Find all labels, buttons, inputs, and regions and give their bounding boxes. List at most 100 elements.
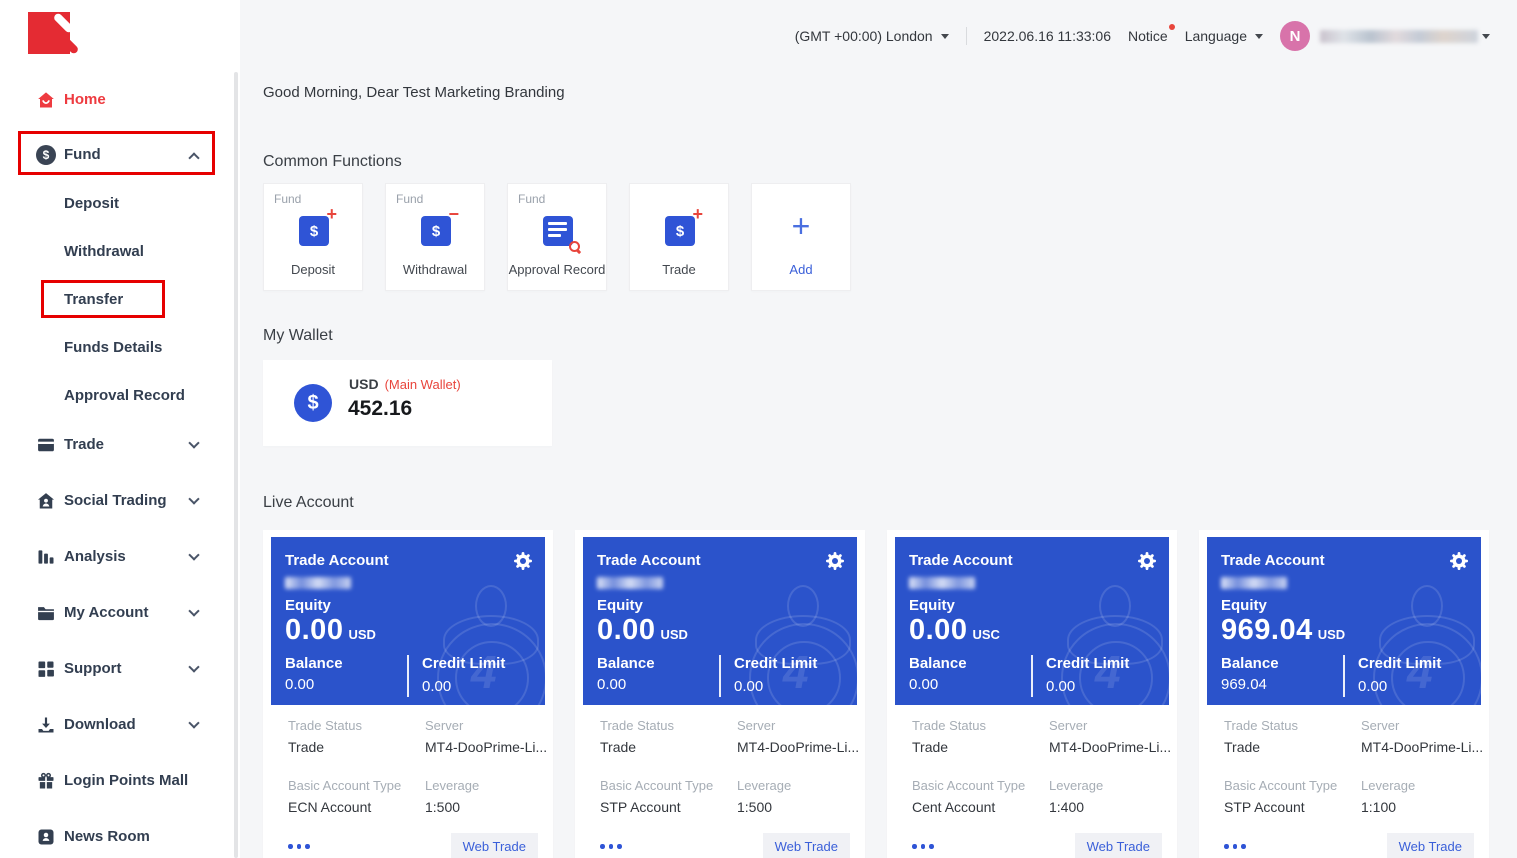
equity-value: 969.04USD <box>1221 614 1345 647</box>
social-trading-icon <box>36 491 56 511</box>
leverage-label: Leverage <box>1049 778 1103 793</box>
greeting-text: Good Morning, Dear Test Marketing Brandi… <box>263 84 565 101</box>
server-value: MT4-DooPrime-Li... <box>737 739 859 755</box>
sidebar-item-news-room[interactable]: News Room <box>0 817 240 857</box>
sidebar-item-fund[interactable]: $ Fund <box>0 135 240 175</box>
gear-icon[interactable] <box>1137 551 1157 571</box>
notice-link[interactable]: Notice <box>1128 28 1168 44</box>
sidebar-item-social-trading[interactable]: Social Trading <box>0 481 240 521</box>
credit-limit-label: Credit Limit <box>1046 655 1129 672</box>
sidebar-item-login-points-mall[interactable]: Login Points Mall <box>0 761 240 801</box>
panel-divider <box>407 655 409 697</box>
credit-limit-value: 0.00 <box>422 678 451 695</box>
trade-status-value: Trade <box>288 739 324 755</box>
account-type-label: Basic Account Type <box>912 778 1025 793</box>
sidebar-item-withdrawal[interactable]: Withdrawal <box>0 232 240 272</box>
credit-limit-value: 0.00 <box>1358 678 1387 695</box>
more-actions-button[interactable] <box>1224 844 1246 849</box>
web-trade-button[interactable]: Web Trade <box>451 833 538 858</box>
balance-value: 0.00 <box>597 676 626 693</box>
server-label: Server <box>737 718 775 733</box>
live-account-card: 4 Trade Account Equity 0.00USC Balance 0… <box>887 530 1177 858</box>
more-actions-button[interactable] <box>912 844 934 849</box>
trade-status-value: Trade <box>600 739 636 755</box>
sidebar-item-transfer[interactable]: Transfer <box>0 280 240 320</box>
wallet-currency: USD(Main Wallet) <box>349 376 461 392</box>
sidebar-item-deposit[interactable]: Deposit <box>0 184 240 224</box>
function-card-withdrawal[interactable]: Fund $− Withdrawal <box>385 183 485 291</box>
chevron-up-icon <box>188 152 199 163</box>
account-type-value: Cent Account <box>912 799 995 815</box>
deposit-dollar-plus-icon: $+ <box>299 216 329 246</box>
account-title: Trade Account <box>285 552 389 569</box>
section-title-my-wallet: My Wallet <box>263 327 333 345</box>
function-card-trade[interactable]: $+ Trade <box>629 183 729 291</box>
chevron-down-icon <box>188 661 199 672</box>
topbar: (GMT +00:00) London 2022.06.16 11:33:06 … <box>240 0 1517 72</box>
credit-limit-label: Credit Limit <box>734 655 817 672</box>
gear-icon[interactable] <box>825 551 845 571</box>
sidebar-item-approval-record[interactable]: Approval Record <box>0 376 240 416</box>
web-trade-button[interactable]: Web Trade <box>1075 833 1162 858</box>
section-title-common-functions: Common Functions <box>263 153 402 171</box>
fund-dollar-icon: $ <box>36 145 56 165</box>
account-type-label: Basic Account Type <box>1224 778 1337 793</box>
wallet-card[interactable]: $ USD(Main Wallet) 452.16 <box>263 360 552 446</box>
account-number-blurred <box>909 577 975 589</box>
caret-down-icon <box>1255 34 1263 39</box>
add-plus-icon: + <box>752 210 850 242</box>
account-title: Trade Account <box>597 552 701 569</box>
sidebar: Home $ Fund Deposit Withdrawal Transfer … <box>0 0 240 858</box>
balance-label: Balance <box>285 655 343 672</box>
function-card-add[interactable]: + Add <box>751 183 851 291</box>
function-card-approval-record[interactable]: Fund Approval Record <box>507 183 607 291</box>
account-title: Trade Account <box>909 552 1013 569</box>
equity-amount: 0.00 <box>597 614 655 646</box>
notice-label: Notice <box>1128 28 1168 44</box>
sidebar-item-label: My Account <box>64 603 148 623</box>
section-title-live-account: Live Account <box>263 494 354 512</box>
sidebar-item-support[interactable]: Support <box>0 649 240 689</box>
panel-divider <box>719 655 721 697</box>
trade-status-label: Trade Status <box>288 718 362 733</box>
brand-logo[interactable] <box>28 10 84 62</box>
more-actions-button[interactable] <box>600 844 622 849</box>
topbar-divider <box>966 27 967 45</box>
home-icon <box>36 90 56 110</box>
balance-label: Balance <box>1221 655 1279 672</box>
leverage-label: Leverage <box>425 778 479 793</box>
server-value: MT4-DooPrime-Li... <box>1049 739 1171 755</box>
web-trade-button[interactable]: Web Trade <box>763 833 850 858</box>
sidebar-item-funds-details[interactable]: Funds Details <box>0 328 240 368</box>
datetime-label: 2022.06.16 11:33:06 <box>984 28 1111 44</box>
notice-badge-dot <box>1169 24 1175 30</box>
account-type-value: ECN Account <box>288 799 371 815</box>
function-category: Fund <box>396 192 423 206</box>
function-label: Approval Record <box>508 262 606 277</box>
more-actions-button[interactable] <box>288 844 310 849</box>
sidebar-item-label: News Room <box>64 827 150 847</box>
trade-status-label: Trade Status <box>912 718 986 733</box>
sidebar-scrollbar[interactable] <box>234 72 238 858</box>
timezone-selector[interactable]: (GMT +00:00) London <box>795 28 949 44</box>
gear-icon[interactable] <box>513 551 533 571</box>
user-menu[interactable]: N <box>1280 21 1490 51</box>
sidebar-item-download[interactable]: Download <box>0 705 240 745</box>
web-trade-button[interactable]: Web Trade <box>1387 833 1474 858</box>
sidebar-item-analysis[interactable]: Analysis <box>0 537 240 577</box>
function-card-deposit[interactable]: Fund $+ Deposit <box>263 183 363 291</box>
credit-limit-label: Credit Limit <box>1358 655 1441 672</box>
sidebar-item-my-account[interactable]: My Account <box>0 593 240 633</box>
function-label: Trade <box>630 262 728 277</box>
gear-icon[interactable] <box>1449 551 1469 571</box>
equity-amount: 0.00 <box>285 614 343 646</box>
chevron-down-icon <box>188 437 199 448</box>
sidebar-item-trade[interactable]: Trade <box>0 425 240 465</box>
language-selector[interactable]: Language <box>1185 28 1263 44</box>
live-account-card: 4 Trade Account Equity 0.00USD Balance 0… <box>575 530 865 858</box>
sidebar-item-label: Social Trading <box>64 491 167 511</box>
equity-currency: USD <box>1318 627 1345 642</box>
balance-value: 0.00 <box>285 676 314 693</box>
sidebar-item-home[interactable]: Home <box>0 80 240 120</box>
sidebar-item-label: Analysis <box>64 547 126 567</box>
